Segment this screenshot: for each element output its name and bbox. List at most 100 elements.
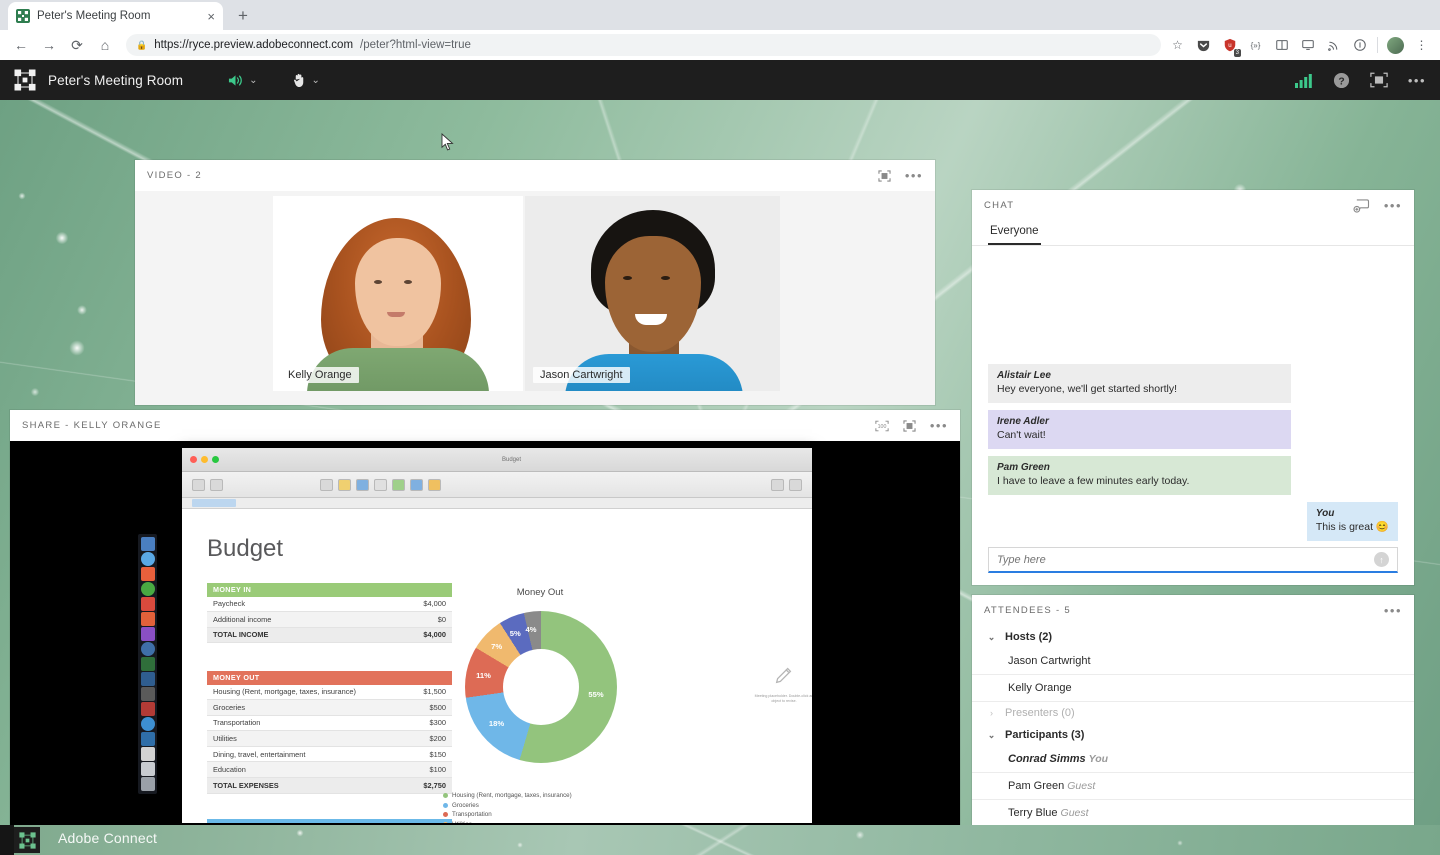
chat-message: Alistair Lee Hey everyone, we'll get star… — [988, 363, 1292, 403]
toolbar-chart-icon[interactable] — [338, 478, 351, 491]
meeting-taskbar: Adobe Connect — [0, 825, 1440, 855]
speaker-icon[interactable] — [227, 73, 244, 88]
toolbar-comment-icon[interactable] — [410, 478, 423, 491]
speaker-chevron-down-icon[interactable]: ⌄ — [249, 75, 257, 86]
toolbar-media-icon[interactable] — [392, 478, 405, 491]
address-bar[interactable]: 🔒 https://ryce.preview.adobeconnect.com /… — [126, 34, 1161, 56]
chat-pod-header: CHAT ••• — [972, 190, 1414, 221]
attendee-row[interactable]: Conrad Simms You — [972, 746, 1414, 773]
toolbar-view-icon[interactable] — [192, 478, 205, 491]
video-pod-menu-icon[interactable]: ••• — [905, 169, 923, 182]
share-pod-zoom-icon[interactable]: 100 — [875, 420, 889, 432]
table-row: Paycheck $4,000 — [207, 596, 452, 613]
help-icon[interactable]: ? — [1333, 72, 1350, 89]
row-label: Additional income — [207, 612, 378, 628]
raise-hand-icon[interactable] — [292, 72, 307, 88]
browser-tab[interactable]: Peter's Meeting Room × — [8, 2, 223, 30]
toolbar-table-icon[interactable] — [320, 478, 333, 491]
svg-text:100: 100 — [877, 424, 886, 430]
budget-table-money-out: MONEY OUT Housing (Rent, mortgage, taxes… — [207, 671, 452, 794]
toolbar-zoom-icon[interactable] — [210, 478, 223, 491]
rss-feed-icon[interactable] — [1325, 37, 1342, 54]
table-total-row: TOTAL EXPENSES $2,750 — [207, 778, 452, 794]
chevron-down-icon[interactable]: ⌄ — [986, 632, 997, 643]
window-traffic-lights[interactable] — [190, 456, 219, 463]
screenshot-icon[interactable] — [1299, 37, 1316, 54]
toolbar-sortfilter-icon[interactable] — [789, 478, 802, 491]
url-path: /peter?html-view=true — [360, 39, 471, 51]
home-icon[interactable]: ⌂ — [92, 32, 118, 58]
adobe-connect-logo — [14, 69, 36, 91]
share-pod-menu-icon[interactable]: ••• — [930, 419, 948, 432]
attendee-role: Guest — [1060, 807, 1089, 819]
reader-library-icon[interactable] — [1273, 37, 1290, 54]
raise-hand-control[interactable]: ⌄ — [292, 72, 320, 88]
speaker-control[interactable]: ⌄ — [227, 73, 258, 88]
attendee-pod-menu-icon[interactable]: ••• — [1384, 604, 1402, 617]
maximize-icon[interactable] — [212, 456, 219, 463]
share-pod-title: SHARE - KELLY ORANGE — [22, 420, 162, 431]
attendee-group-header[interactable]: › Presenters (0) — [972, 702, 1414, 724]
row-label: Education — [207, 762, 378, 779]
browser-tab-title: Peter's Meeting Room — [37, 10, 151, 22]
chat-input[interactable] — [997, 553, 1374, 566]
profile-avatar[interactable] — [1387, 36, 1404, 54]
ublock-origin-icon[interactable]: u 3 — [1221, 37, 1241, 57]
chevron-right-icon[interactable]: › — [986, 708, 997, 718]
attendee-row[interactable]: Jason Cartwright — [972, 648, 1414, 675]
fullscreen-icon[interactable] — [1370, 72, 1388, 88]
minimize-icon[interactable] — [201, 456, 208, 463]
reload-icon[interactable]: ⟳ — [64, 32, 90, 58]
forward-icon[interactable]: → — [36, 32, 62, 58]
toolbar-format-icon[interactable] — [771, 478, 784, 491]
row-label: Transportation — [207, 715, 378, 732]
toolbar-text-icon[interactable] — [356, 478, 369, 491]
chat-message-text: Hey everyone, we'll get started shortly! — [997, 382, 1178, 395]
chat-message-author: Pam Green — [997, 461, 1050, 473]
back-icon[interactable]: ← — [8, 32, 34, 58]
attendee-group-label: Presenters (0) — [1005, 707, 1075, 719]
video-tile-jason-cartwright[interactable]: Jason Cartwright — [525, 196, 780, 391]
video-tile-kelly-orange[interactable]: Kelly Orange — [273, 196, 523, 391]
chevron-down-icon[interactable]: ⌄ — [986, 730, 997, 741]
shared-screen[interactable]: Budget Budget MONEY IN Paycheck $4,000 A… — [10, 441, 960, 855]
extension-icon[interactable]: {»} — [1247, 37, 1264, 54]
toolbar-divider — [1377, 37, 1378, 53]
attendee-row[interactable]: Pam Green Guest — [972, 773, 1414, 800]
attendee-role: You — [1088, 753, 1109, 765]
legend-label: Utilities — [452, 821, 472, 823]
info-circle-icon[interactable] — [1351, 37, 1368, 54]
chat-pod-menu-icon[interactable]: ••• — [1384, 199, 1402, 212]
attendee-row[interactable]: Kelly Orange — [972, 675, 1414, 702]
sheet-tab[interactable] — [192, 499, 236, 507]
share-pod-fullscreen-icon[interactable] — [903, 419, 916, 432]
hand-chevron-down-icon[interactable]: ⌄ — [312, 75, 320, 86]
new-chat-icon[interactable] — [1353, 198, 1370, 213]
chat-input-row[interactable]: ↑ — [988, 547, 1398, 573]
bookmark-star-icon[interactable]: ☆ — [1169, 37, 1186, 54]
tab-close-icon[interactable]: × — [207, 10, 215, 23]
adobe-connect-app: Peter's Meeting Room ⌄ ⌄ ? ••• VIDEO - 2… — [0, 60, 1440, 855]
browser-menu-icon[interactable]: ⋮ — [1413, 37, 1430, 54]
new-tab-button[interactable]: + — [229, 2, 257, 30]
section-header: MONEY LEFT OVER — [207, 819, 452, 823]
send-message-button[interactable]: ↑ — [1374, 552, 1389, 567]
video-pod-title: VIDEO - 2 — [147, 170, 202, 181]
slice-label-dining: 5% — [509, 629, 521, 639]
video-tile-name: Jason Cartwright — [533, 367, 630, 383]
video-pod-fullscreen-icon[interactable] — [878, 169, 891, 182]
legend-color-swatch — [443, 802, 448, 808]
attendee-group-header[interactable]: ⌄ Participants (3) — [972, 724, 1414, 746]
attendee-row[interactable]: Terry Blue Guest — [972, 800, 1414, 827]
attendee-group-header[interactable]: ⌄ Hosts (2) — [972, 626, 1414, 648]
toolbar-share-icon[interactable] — [428, 478, 441, 491]
tab-everyone[interactable]: Everyone — [988, 221, 1041, 245]
video-pod: VIDEO - 2 ••• Kelly Orange Jason Cartwri… — [135, 160, 935, 405]
svg-text:u: u — [1228, 42, 1231, 49]
meeting-menu-icon[interactable]: ••• — [1408, 74, 1426, 87]
connection-status-icon[interactable] — [1294, 73, 1313, 88]
legend-item: Transportation — [443, 810, 572, 820]
close-icon[interactable] — [190, 456, 197, 463]
pocket-icon[interactable] — [1195, 37, 1212, 54]
toolbar-shape-icon[interactable] — [374, 478, 387, 491]
